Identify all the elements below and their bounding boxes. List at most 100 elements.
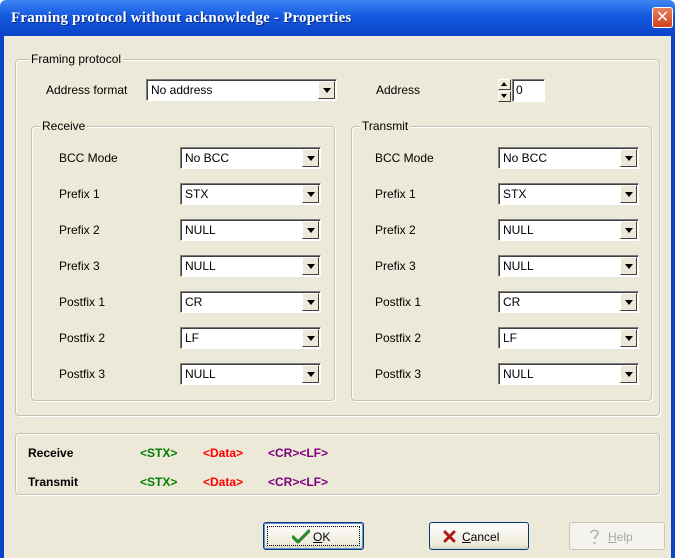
properties-dialog: Framing protocol without acknowledge - P… [0,0,675,558]
transmit-postfix-1-select[interactable]: CR [498,291,639,313]
transmit-bcc-mode-select[interactable]: No BCC [498,147,639,169]
receive-bcc-mode-dropdown-button[interactable] [302,149,319,167]
transmit-prefix-1-value: STX [503,187,527,201]
frame-summary-panel [15,433,660,495]
chevron-down-icon [307,300,315,305]
chevron-down-icon [625,372,633,377]
transmit-prefix-3-label: Prefix 3 [375,259,416,273]
summary-receive-data: <Data> [203,446,244,460]
receive-prefix-1-label: Prefix 1 [59,187,100,201]
window-title: Framing protocol without acknowledge - P… [11,10,352,26]
title-bar[interactable]: Framing protocol without acknowledge - P… [0,0,675,36]
transmit-postfix-1-dropdown-button[interactable] [620,293,637,311]
receive-prefix-3-dropdown-button[interactable] [302,257,319,275]
chevron-down-icon [307,156,315,161]
cancel-button[interactable]: Cancel [429,522,529,550]
receive-prefix-1-select[interactable]: STX [180,183,321,205]
address-spinner[interactable] [498,79,511,102]
dialog-client-area: Framing protocol Address format No addre… [4,36,671,558]
receive-prefix-2-label: Prefix 2 [59,223,100,237]
transmit-postfix-3-label: Postfix 3 [375,367,422,381]
receive-postfix-3-select[interactable]: NULL [180,363,321,385]
checkmark-icon [292,529,310,544]
receive-postfix-1-select[interactable]: CR [180,291,321,313]
transmit-prefix-2-value: NULL [503,223,534,237]
address-format-select[interactable]: No address [146,79,337,101]
framing-protocol-legend: Framing protocol [29,52,124,66]
chevron-down-icon [323,88,331,93]
chevron-down-icon [625,156,633,161]
receive-postfix-1-value: CR [185,295,203,309]
transmit-postfix-3-value: NULL [503,367,534,381]
receive-prefix-3-select[interactable]: NULL [180,255,321,277]
transmit-bcc-mode-dropdown-button[interactable] [620,149,637,167]
receive-postfix-2-dropdown-button[interactable] [302,329,319,347]
address-format-value: No address [151,83,213,97]
receive-prefix-3-value: NULL [185,259,216,273]
transmit-prefix-3-value: NULL [503,259,534,273]
transmit-postfix-2-label: Postfix 2 [375,331,422,345]
receive-prefix-2-select[interactable]: NULL [180,219,321,241]
transmit-postfix-1-label: Postfix 1 [375,295,422,309]
arrow-down-icon [501,94,507,98]
transmit-postfix-3-select[interactable]: NULL [498,363,639,385]
receive-postfix-3-value: NULL [185,367,216,381]
address-input[interactable]: 0 [512,79,545,102]
receive-postfix-1-label: Postfix 1 [59,295,106,309]
receive-postfix-2-label: Postfix 2 [59,331,106,345]
transmit-postfix-1-value: CR [503,295,521,309]
transmit-bcc-mode-label: BCC Mode [375,151,434,165]
transmit-prefix-3-dropdown-button[interactable] [620,257,637,275]
receive-bcc-mode-value: No BCC [185,151,230,165]
address-format-label: Address format [46,83,128,97]
summary-receive-prefix: <STX> [140,446,178,460]
receive-prefix-2-dropdown-button[interactable] [302,221,319,239]
receive-postfix-1-dropdown-button[interactable] [302,293,319,311]
ok-button[interactable]: OK [263,522,364,550]
close-icon: ✕ [655,7,670,26]
receive-prefix-2-value: NULL [185,223,216,237]
summary-transmit-prefix: <STX> [140,475,178,489]
chevron-down-icon [625,336,633,341]
chevron-down-icon [625,228,633,233]
receive-postfix-3-label: Postfix 3 [59,367,106,381]
receive-legend: Receive [40,119,88,133]
window-frame-right [671,36,675,558]
arrow-up-icon [501,82,507,86]
transmit-postfix-2-select[interactable]: LF [498,327,639,349]
question-icon [590,529,599,545]
transmit-postfix-2-dropdown-button[interactable] [620,329,637,347]
receive-bcc-mode-label: BCC Mode [59,151,118,165]
receive-bcc-mode-select[interactable]: No BCC [180,147,321,169]
receive-prefix-3-label: Prefix 3 [59,259,100,273]
help-button[interactable]: Help [569,522,665,550]
address-decrement-button[interactable] [498,91,511,102]
x-icon [443,530,456,543]
transmit-postfix-3-dropdown-button[interactable] [620,365,637,383]
address-format-dropdown-button[interactable] [318,81,335,99]
close-button[interactable]: ✕ [652,7,673,28]
chevron-down-icon [307,372,315,377]
transmit-prefix-2-label: Prefix 2 [375,223,416,237]
transmit-legend: Transmit [360,119,411,133]
transmit-bcc-mode-value: No BCC [503,151,548,165]
ok-button-label: OK [313,530,331,544]
receive-postfix-3-dropdown-button[interactable] [302,365,319,383]
transmit-prefix-2-select[interactable]: NULL [498,219,639,241]
summary-transmit-label: Transmit [28,475,79,489]
transmit-postfix-2-value: LF [503,331,518,345]
transmit-prefix-3-select[interactable]: NULL [498,255,639,277]
transmit-prefix-1-select[interactable]: STX [498,183,639,205]
transmit-prefix-1-label: Prefix 1 [375,187,416,201]
transmit-prefix-2-dropdown-button[interactable] [620,221,637,239]
summary-receive-label: Receive [28,446,74,460]
help-button-label: Help [608,530,633,544]
transmit-prefix-1-dropdown-button[interactable] [620,185,637,203]
receive-prefix-1-dropdown-button[interactable] [302,185,319,203]
receive-postfix-2-select[interactable]: LF [180,327,321,349]
cancel-button-label: Cancel [462,530,500,544]
chevron-down-icon [307,336,315,341]
receive-postfix-2-value: LF [185,331,200,345]
chevron-down-icon [625,264,633,269]
address-increment-button[interactable] [498,79,511,90]
